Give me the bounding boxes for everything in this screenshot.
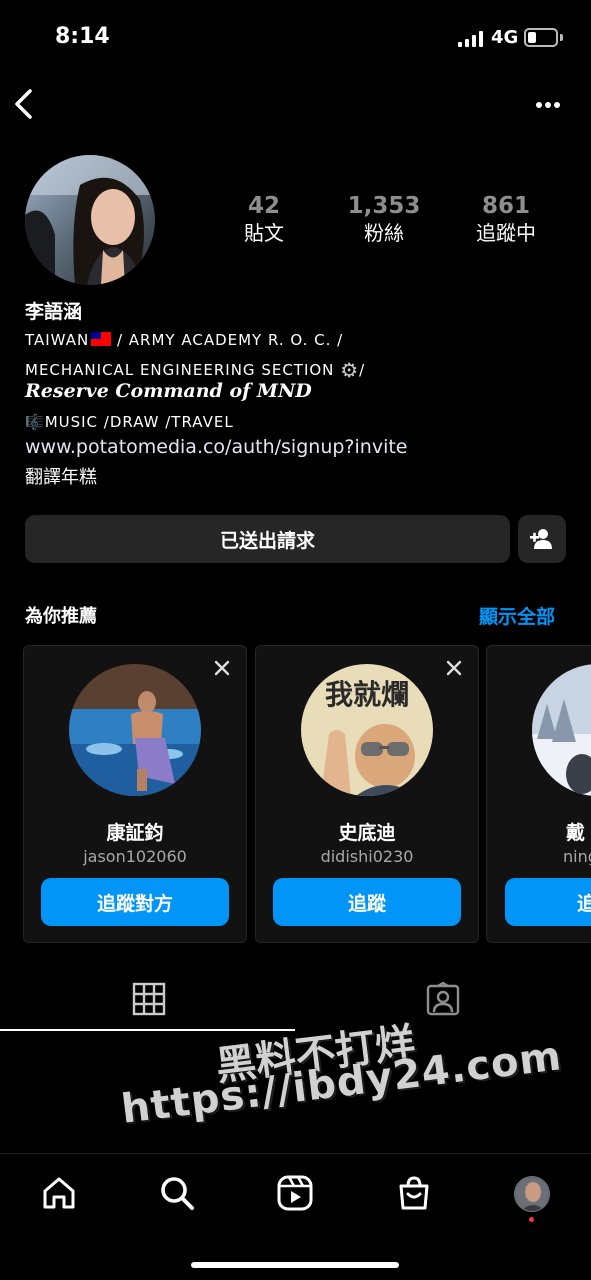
suggestion-handle: jason102060	[83, 847, 187, 866]
status-time: 8:14	[55, 24, 110, 49]
home-indicator	[191, 1262, 399, 1268]
posts-count: 42	[247, 193, 280, 219]
nav-shop[interactable]	[395, 1174, 433, 1212]
suggestion-name: 戴	[566, 822, 586, 844]
sticker-text: 我就爛	[325, 678, 409, 711]
network-type: 4G	[491, 27, 519, 48]
bio-hobbies: MUSIC /DRAW /TRAVEL	[44, 413, 234, 431]
see-all-link[interactable]: 顯示全部	[479, 602, 555, 629]
suggestion-name: 史底迪	[338, 822, 396, 844]
following-count: 861	[481, 193, 530, 219]
translate-link[interactable]: 翻譯年糕	[25, 463, 97, 489]
nav-reels[interactable]	[276, 1174, 314, 1212]
bio-taiwan: TAIWAN	[25, 331, 90, 349]
bio-line-2: MECHANICAL ENGINEERING SECTION ⚙/	[25, 358, 365, 382]
follow-button[interactable]: 追蹤	[273, 878, 461, 926]
suggestion-card[interactable]: 我就爛 史底迪 didishi0230 追蹤	[255, 645, 479, 943]
following-label: 追蹤中	[476, 221, 536, 245]
reels-icon	[277, 1175, 313, 1211]
status-bar: 8:14 4G	[0, 0, 591, 76]
battery-tip	[560, 34, 563, 41]
nav-profile-avatar[interactable]	[514, 1176, 550, 1212]
follow-button[interactable]: 追	[505, 878, 591, 926]
suggest-people-button[interactable]	[518, 515, 566, 563]
chevron-left-icon	[15, 89, 32, 119]
grid-icon	[132, 982, 166, 1016]
suggestion-card[interactable]: 戴 ning 追	[486, 645, 591, 943]
battery-icon	[524, 28, 558, 47]
nav-search[interactable]	[158, 1174, 196, 1212]
shop-icon	[399, 1176, 429, 1210]
suggestion-name: 康証鈞	[106, 822, 164, 844]
suggestion-card[interactable]: 康証鈞 jason102060 追蹤對方	[23, 645, 247, 943]
notification-dot	[529, 1217, 534, 1222]
suggestion-avatar[interactable]: 我就爛	[301, 664, 433, 796]
search-icon	[161, 1177, 194, 1210]
add-person-icon	[530, 529, 552, 549]
tab-grid[interactable]	[132, 982, 166, 1016]
signal-icon	[458, 31, 484, 47]
gear-icon: ⚙	[340, 358, 360, 382]
tab-tagged[interactable]	[426, 981, 460, 1016]
bio-slash: /	[359, 361, 366, 379]
close-icon	[214, 660, 230, 676]
followers-stat[interactable]: 1,353 粉絲	[329, 193, 439, 246]
suggestion-handle: didishi0230	[320, 847, 414, 866]
followers-label: 粉絲	[364, 221, 404, 245]
tagged-person-icon	[426, 981, 460, 1016]
suggestion-avatar[interactable]	[69, 664, 201, 796]
followers-count: 1,353	[347, 193, 421, 219]
following-stat[interactable]: 861 追蹤中	[451, 193, 561, 246]
dismiss-button[interactable]	[212, 658, 232, 678]
bio-line-3: Reserve Command of MND	[25, 380, 312, 402]
suggestion-handle: ning	[563, 847, 591, 866]
music-icon: 🎼	[25, 413, 45, 431]
profile-name: 李語涵	[25, 301, 83, 323]
bio-section: MECHANICAL ENGINEERING SECTION	[25, 361, 335, 379]
follow-button[interactable]: 追蹤對方	[41, 878, 229, 926]
profile-link[interactable]: www.potatomedia.co/auth/signup?invite	[25, 436, 408, 458]
suggestions-title: 為你推薦	[25, 606, 97, 627]
close-icon	[446, 660, 462, 676]
posts-label: 貼文	[244, 221, 284, 245]
taiwan-flag-icon	[91, 332, 112, 346]
nav-home[interactable]	[40, 1174, 78, 1212]
bottom-nav	[0, 1153, 591, 1280]
back-button[interactable]	[10, 86, 40, 122]
request-sent-button[interactable]: 已送出請求	[25, 515, 510, 563]
more-options-button[interactable]	[534, 96, 564, 114]
profile-avatar[interactable]	[25, 155, 155, 285]
bio-academy: / ARMY ACADEMY R. O. C. /	[116, 331, 344, 349]
suggestion-avatar[interactable]	[532, 664, 591, 796]
home-icon	[43, 1177, 75, 1209]
bio-line-1: TAIWAN / ARMY ACADEMY R. O. C. /	[25, 331, 343, 349]
posts-stat[interactable]: 42 貼文	[209, 193, 319, 246]
more-horizontal-icon	[536, 102, 560, 108]
bio-line-4: 🎼MUSIC /DRAW /TRAVEL	[25, 413, 234, 431]
dismiss-button[interactable]	[444, 658, 464, 678]
